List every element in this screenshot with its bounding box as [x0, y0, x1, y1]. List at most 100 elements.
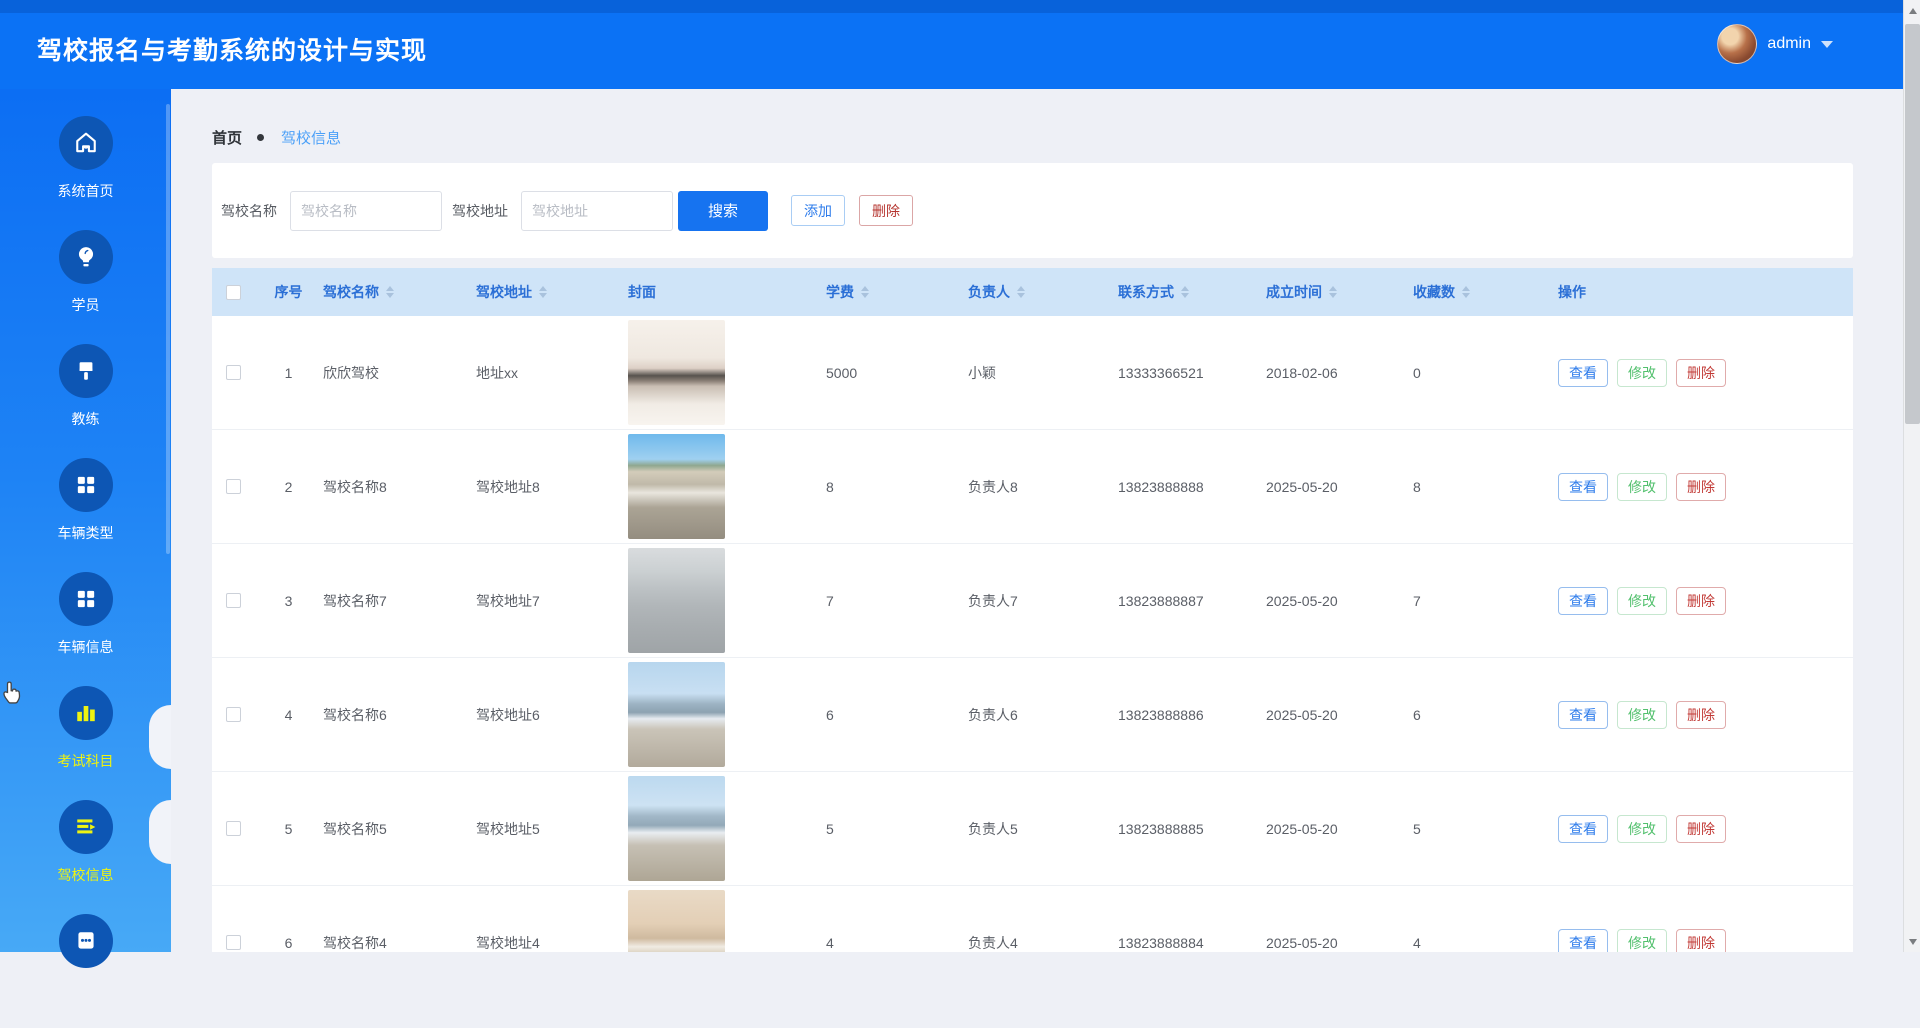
cell-school-address: 地址xx	[468, 363, 620, 383]
user-menu[interactable]: admin	[1717, 24, 1833, 64]
cover-image[interactable]	[628, 434, 725, 539]
sidebar-item-label: 驾校信息	[58, 865, 114, 883]
row-checkbox[interactable]	[226, 593, 241, 608]
cover-image[interactable]	[628, 662, 725, 767]
table-row: 2 驾校名称8 驾校地址8 8 负责人8 13823888888 2025-05…	[212, 430, 1853, 544]
select-all-checkbox[interactable]	[226, 285, 241, 300]
sort-icon[interactable]	[1329, 286, 1337, 298]
edit-button[interactable]: 修改	[1617, 587, 1667, 615]
sidebar-item-label: 车辆信息	[58, 637, 114, 655]
search-button[interactable]: 搜索	[678, 191, 768, 231]
column-header[interactable]: 学费	[818, 282, 960, 302]
sort-icon[interactable]	[1181, 286, 1189, 298]
column-header-label: 成立时间	[1266, 282, 1322, 302]
main-content: 首页 驾校信息 驾校名称 驾校地址 搜索 添加 删除 序号驾校名称驾校地址封面学…	[171, 89, 1903, 952]
cell-person: 小颖	[960, 363, 1110, 383]
view-button[interactable]: 查看	[1558, 701, 1608, 729]
cell-school-address: 驾校地址5	[468, 819, 620, 839]
view-button[interactable]: 查看	[1558, 359, 1608, 387]
sort-icon[interactable]	[1462, 286, 1470, 298]
cell-favorites: 6	[1405, 707, 1550, 723]
delete-button[interactable]: 删除	[1676, 473, 1726, 501]
cell-favorites: 7	[1405, 593, 1550, 609]
cover-image[interactable]	[628, 320, 725, 425]
scroll-down-icon[interactable]	[1904, 933, 1920, 950]
delete-button[interactable]: 删除	[1676, 929, 1726, 953]
avatar[interactable]	[1717, 24, 1757, 64]
cell-actions: 查看 修改 删除	[1550, 701, 1853, 729]
table-header-row: 序号驾校名称驾校地址封面学费负责人联系方式成立时间收藏数操作	[212, 268, 1853, 316]
scroll-up-icon[interactable]	[1904, 2, 1920, 19]
row-checkbox[interactable]	[226, 821, 241, 836]
edit-button[interactable]: 修改	[1617, 701, 1667, 729]
sidebar-item[interactable]: 车辆信息	[0, 572, 171, 686]
cell-fee: 7	[818, 593, 960, 609]
school-address-input[interactable]	[521, 191, 673, 231]
edit-button[interactable]: 修改	[1617, 815, 1667, 843]
sidebar-item[interactable]	[0, 914, 171, 1028]
sidebar-item[interactable]: 系统首页	[0, 116, 171, 230]
cell-index: 5	[262, 821, 315, 837]
sort-icon[interactable]	[386, 286, 394, 298]
mouse-cursor	[0, 680, 26, 713]
search-toolbar: 驾校名称 驾校地址 搜索 添加 删除	[212, 163, 1853, 258]
school-name-input[interactable]	[290, 191, 442, 231]
sort-icon[interactable]	[861, 286, 869, 298]
cover-image[interactable]	[628, 776, 725, 881]
column-header[interactable]: 驾校地址	[468, 282, 620, 302]
app-title: 驾校报名与考勤系统的设计与实现	[37, 31, 427, 67]
cell-actions: 查看 修改 删除	[1550, 815, 1853, 843]
cell-person: 负责人4	[960, 933, 1110, 953]
sidebar-item[interactable]: 教练	[0, 344, 171, 458]
cell-school-name: 欣欣驾校	[315, 363, 468, 383]
column-header-label: 驾校名称	[323, 282, 379, 302]
cell-actions: 查看 修改 删除	[1550, 587, 1853, 615]
sidebar-item-label: 系统首页	[58, 181, 114, 199]
view-button[interactable]: 查看	[1558, 929, 1608, 953]
sidebar-item[interactable]: 车辆类型	[0, 458, 171, 572]
sidebar-menu: 系统首页学员教练车辆类型车辆信息考试科目驾校信息	[0, 116, 171, 1028]
scrollbar-thumb[interactable]	[1905, 24, 1920, 424]
batch-delete-button[interactable]: 删除	[859, 195, 913, 226]
breadcrumb-current[interactable]: 驾校信息	[281, 127, 341, 148]
column-header[interactable]: 成立时间	[1258, 282, 1405, 302]
row-checkbox[interactable]	[226, 707, 241, 722]
cover-image[interactable]	[628, 548, 725, 653]
view-button[interactable]: 查看	[1558, 587, 1608, 615]
cell-actions: 查看 修改 删除	[1550, 359, 1853, 387]
column-header-label: 联系方式	[1118, 282, 1174, 302]
cell-date: 2018-02-06	[1258, 365, 1405, 381]
row-checkbox[interactable]	[226, 365, 241, 380]
column-header[interactable]: 驾校名称	[315, 282, 468, 302]
view-button[interactable]: 查看	[1558, 473, 1608, 501]
sidebar-item-label: 教练	[72, 409, 100, 427]
edit-button[interactable]: 修改	[1617, 359, 1667, 387]
edit-button[interactable]: 修改	[1617, 473, 1667, 501]
breadcrumb-home[interactable]: 首页	[212, 127, 242, 148]
add-button[interactable]: 添加	[791, 195, 845, 226]
column-header[interactable]: 负责人	[960, 282, 1110, 302]
cell-favorites: 4	[1405, 935, 1550, 951]
cell-favorites: 5	[1405, 821, 1550, 837]
cover-image[interactable]	[628, 890, 725, 952]
cell-favorites: 0	[1405, 365, 1550, 381]
row-checkbox[interactable]	[226, 935, 241, 950]
sidebar-scrollbar[interactable]	[166, 104, 170, 554]
bar-chart-icon	[59, 686, 113, 740]
sidebar-item[interactable]: 驾校信息	[0, 800, 171, 914]
delete-button[interactable]: 删除	[1676, 587, 1726, 615]
sidebar-item[interactable]: 学员	[0, 230, 171, 344]
delete-button[interactable]: 删除	[1676, 701, 1726, 729]
column-header[interactable]: 收藏数	[1405, 282, 1550, 302]
cell-favorites: 8	[1405, 479, 1550, 495]
edit-button[interactable]: 修改	[1617, 929, 1667, 953]
view-button[interactable]: 查看	[1558, 815, 1608, 843]
delete-button[interactable]: 删除	[1676, 815, 1726, 843]
sort-icon[interactable]	[1017, 286, 1025, 298]
column-header[interactable]: 联系方式	[1110, 282, 1258, 302]
cell-index: 3	[262, 593, 315, 609]
window-scrollbar[interactable]	[1903, 0, 1920, 952]
delete-button[interactable]: 删除	[1676, 359, 1726, 387]
row-checkbox[interactable]	[226, 479, 241, 494]
sort-icon[interactable]	[539, 286, 547, 298]
